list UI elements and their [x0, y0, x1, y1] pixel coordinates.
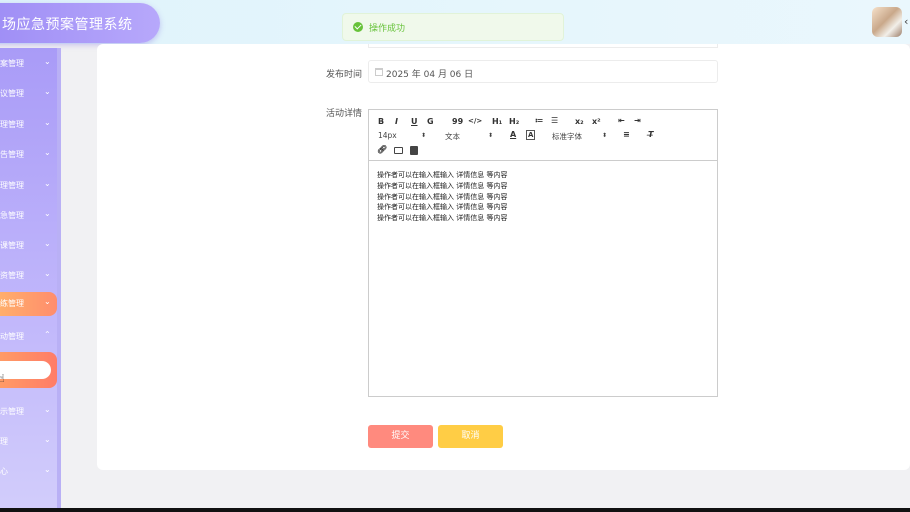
chevron-down-icon: ⌄	[44, 179, 51, 188]
sidebar-item-4[interactable]: 告管理 ⌄	[0, 143, 57, 167]
editor-line: 操作者可以在输入框输入 详情信息 等内容	[377, 214, 508, 223]
toast-message: 操作成功	[369, 24, 406, 34]
chevron-down-icon: ⌄	[44, 148, 51, 157]
rich-text-editor[interactable]: B I U G 99 </> H₁ H₂ ≔ ☰ x₂ x² ⇤ ⇥ 14px …	[368, 109, 718, 397]
sidebar-item-11[interactable]: 示管理 ⌄	[0, 400, 57, 424]
align-icon[interactable]: ≡	[623, 130, 630, 139]
sidebar-item-6[interactable]: 急管理 ⌄	[0, 204, 57, 228]
editor-line: 操作者可以在输入框输入 详情信息 等内容	[377, 203, 508, 212]
ordered-list-button[interactable]: ≔	[535, 116, 544, 125]
chevron-down-icon: ⌄	[44, 405, 51, 414]
sidebar-item-5[interactable]: 理管理 ⌄	[0, 174, 57, 198]
sidebar-item-label: 案管理	[0, 59, 24, 68]
sidebar-item-2[interactable]: 议管理 ⌄	[0, 82, 57, 106]
sidebar-item-label: 理管理	[0, 120, 24, 129]
editor-line: 操作者可以在输入框输入 详情信息 等内容	[377, 192, 508, 201]
indent-button[interactable]: ⇥	[634, 116, 641, 125]
sidebar: 案管理 ⌄ 议管理 ⌄ 理管理 ⌄ 告管理 ⌄ 理管理 ⌄ 急管理 ⌄ 课管理 …	[0, 48, 61, 512]
link-icon[interactable]: 🔗︎	[377, 145, 387, 154]
chevron-down-icon: ⌄	[44, 269, 51, 278]
select-arrows-icon: ⬍	[488, 132, 494, 139]
publish-time-value: 2025 年 04 月 06 日	[386, 70, 474, 80]
chevron-down-icon: ⌄	[44, 297, 51, 306]
italic-button[interactable]: I	[395, 117, 398, 126]
check-circle-icon	[353, 22, 363, 32]
avatar-dropdown-icon[interactable]: ‹	[904, 15, 908, 28]
sidebar-item-8[interactable]: 资管理 ⌄	[0, 264, 57, 288]
image-icon[interactable]	[394, 147, 403, 154]
header-select-value: 文本	[445, 132, 460, 141]
publish-time-label: 发布时间	[326, 70, 363, 80]
bullet-list-button[interactable]: ☰	[551, 116, 558, 125]
chevron-down-icon: ⌄	[44, 118, 51, 127]
quote-button[interactable]: 99	[452, 117, 463, 126]
sidebar-item-label: 课管理	[0, 241, 24, 250]
calendar-icon	[375, 68, 383, 76]
bottom-border	[0, 508, 910, 512]
editor-content[interactable]: 操作者可以在输入框输入 详情信息 等内容 操作者可以在输入框输入 详情信息 等内…	[377, 170, 507, 224]
header-2-button[interactable]: H₂	[509, 117, 519, 126]
sidebar-item-12[interactable]: 理 ⌄	[0, 430, 57, 454]
sidebar-scrollbar[interactable]	[57, 48, 61, 512]
chevron-down-icon: ⌄	[44, 209, 51, 218]
font-family-value: 标准字体	[552, 132, 582, 141]
video-icon[interactable]	[410, 146, 418, 155]
sidebar-item-13[interactable]: 心 ⌄	[0, 460, 57, 484]
sidebar-item-label: 告管理	[0, 150, 24, 159]
sidebar-item-label: 资管理	[0, 271, 24, 280]
hand-cursor-icon: ☝	[0, 372, 5, 385]
submit-button[interactable]: 提交	[368, 425, 433, 448]
sidebar-subitem-highlight[interactable]	[0, 361, 51, 379]
chevron-down-icon: ⌄	[44, 239, 51, 248]
user-avatar[interactable]	[872, 7, 902, 37]
clear-format-icon[interactable]: T̶	[648, 130, 653, 139]
detail-label: 活动详情	[326, 109, 363, 119]
header-select[interactable]: 文本 ⬍	[445, 131, 495, 142]
background-color-icon[interactable]: A	[526, 130, 536, 140]
editor-line: 操作者可以在输入框输入 详情信息 等内容	[377, 171, 508, 179]
success-toast: 操作成功	[342, 13, 564, 41]
sidebar-item-label: 动管理	[0, 332, 24, 341]
bold-button[interactable]: B	[378, 117, 384, 126]
editor-line: 操作者可以在输入框输入 详情信息 等内容	[377, 181, 508, 190]
font-color-icon[interactable]: A	[510, 130, 516, 139]
superscript-button[interactable]: x²	[592, 117, 601, 126]
header-1-button[interactable]: H₁	[492, 117, 502, 126]
cancel-button[interactable]: 取消	[438, 425, 503, 448]
sidebar-item-label: 示管理	[0, 407, 24, 416]
select-arrows-icon: ⬍	[421, 132, 427, 139]
font-size-value: 14px	[378, 131, 397, 140]
app-title-banner: 场应急预案管理系统	[0, 3, 160, 43]
font-size-select[interactable]: 14px ⬍	[378, 131, 428, 140]
select-arrows-icon: ⬍	[602, 132, 608, 139]
strike-button[interactable]: G	[427, 117, 434, 126]
sidebar-subitem-active[interactable]	[0, 352, 57, 388]
editor-toolbar: B I U G 99 </> H₁ H₂ ≔ ☰ x₂ x² ⇤ ⇥ 14px …	[369, 110, 717, 161]
sidebar-item-7[interactable]: 课管理 ⌄	[0, 234, 57, 258]
outdent-button[interactable]: ⇤	[618, 116, 625, 125]
sidebar-item-label: 练管理	[0, 299, 24, 308]
font-family-select[interactable]: 标准字体 ⬍	[552, 131, 608, 142]
sidebar-item-label: 理	[0, 437, 8, 446]
sidebar-item-3[interactable]: 理管理 ⌄	[0, 113, 57, 137]
previous-field-bottom	[368, 44, 718, 48]
chevron-down-icon: ⌄	[44, 465, 51, 474]
sidebar-item-label: 议管理	[0, 89, 24, 98]
sidebar-item-label: 心	[0, 467, 8, 476]
sidebar-item-10[interactable]: 动管理 ⌃	[0, 325, 57, 349]
chevron-down-icon: ⌄	[44, 57, 51, 66]
chevron-up-icon: ⌃	[44, 330, 51, 339]
app-title: 场应急预案管理系统	[2, 17, 133, 33]
subscript-button[interactable]: x₂	[575, 117, 584, 126]
sidebar-item-9[interactable]: 练管理 ⌄	[0, 292, 57, 316]
chevron-down-icon: ⌄	[44, 435, 51, 444]
underline-button[interactable]: U	[411, 117, 418, 126]
sidebar-item-1[interactable]: 案管理 ⌄	[0, 52, 57, 76]
sidebar-item-label: 急管理	[0, 211, 24, 220]
publish-time-input[interactable]: 2025 年 04 月 06 日	[368, 60, 718, 83]
chevron-down-icon: ⌄	[44, 87, 51, 96]
code-block-button[interactable]: </>	[468, 117, 482, 125]
sidebar-item-label: 理管理	[0, 181, 24, 190]
